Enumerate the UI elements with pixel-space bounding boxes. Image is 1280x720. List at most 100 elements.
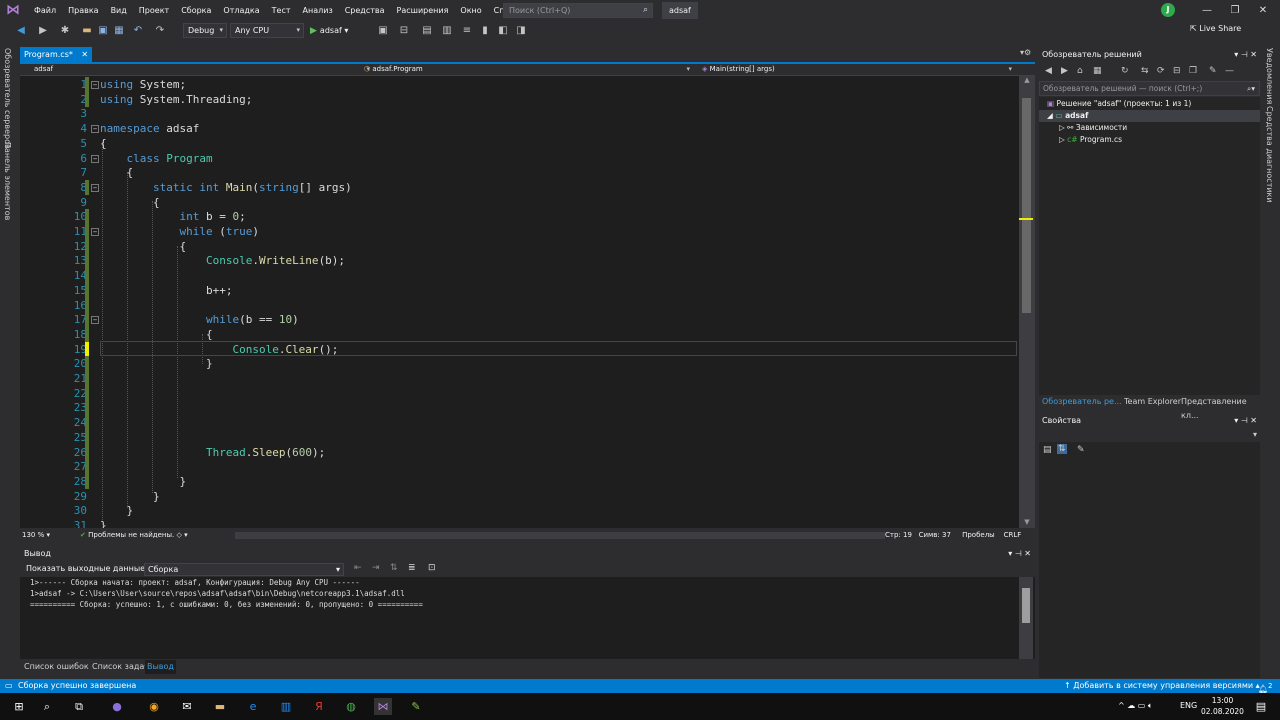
code-line[interactable]: 15 b++; (20, 282, 1019, 298)
fold-toggle-icon[interactable]: − (91, 183, 99, 192)
input-language[interactable]: ENG (1180, 701, 1197, 710)
store-icon[interactable]: ▥ (277, 698, 295, 715)
property-pages-icon[interactable]: ✎ (1077, 445, 1085, 455)
diagnostic-tools-tab[interactable]: Средства диагностики (1265, 106, 1274, 203)
chrome-icon[interactable]: ◍ (342, 698, 360, 715)
tree-item-program-cs[interactable]: ▷ c# Program.cs (1039, 134, 1260, 146)
code-line[interactable]: 28 } (20, 473, 1019, 489)
search-icon[interactable]: ⌕ (643, 4, 648, 17)
code-line[interactable]: 18 { (20, 326, 1019, 342)
menu-debug[interactable]: Отладка (217, 0, 265, 21)
nav-class-select[interactable]: ⬡ adsaf.Program ▾ (364, 64, 692, 75)
fold-toggle-icon[interactable]: − (91, 81, 99, 89)
app-browser-icon[interactable]: ◉ (145, 698, 163, 715)
toolbox-tab[interactable]: Панель элементов (3, 142, 12, 220)
output-scroll-thumb[interactable] (1022, 588, 1030, 623)
code-line[interactable]: 13 Console.WriteLine(b); (20, 253, 1019, 269)
code-line[interactable]: 22 (20, 385, 1019, 401)
windows-start-icon[interactable]: ⊞ (10, 698, 28, 715)
toolbar-tool-2-icon[interactable]: ⊟ (397, 24, 411, 38)
fold-toggle-icon[interactable]: − (91, 316, 99, 325)
action-center-icon[interactable]: ▤ (1252, 698, 1270, 715)
properties-controls-icon[interactable]: ▾ ⊣ ✕ (1234, 413, 1257, 429)
code-line[interactable]: 3 (20, 106, 1019, 121)
tree-item-dependencies[interactable]: ▷ ⚯ Зависимости (1039, 122, 1260, 134)
find-message-icon[interactable]: ⇅ (390, 563, 398, 573)
tab-solution-explorer[interactable]: Обозреватель ре... (1042, 395, 1122, 409)
code-line[interactable]: 25 (20, 429, 1019, 445)
collapse-arrow-icon[interactable]: ▷ (1059, 123, 1065, 132)
menu-build[interactable]: Сборка (175, 0, 217, 21)
undo-icon[interactable]: ↶ (131, 24, 145, 38)
visual-studio-taskbar-icon[interactable]: ⋈ (374, 698, 392, 715)
tab-team-explorer[interactable]: Team Explorer (1124, 395, 1181, 409)
fold-toggle-icon[interactable]: − (91, 125, 99, 134)
user-avatar[interactable]: J (1161, 3, 1175, 17)
collapse-arrow-icon[interactable]: ▷ (1059, 135, 1065, 144)
nav-member-select[interactable]: ◈ Main(string[] args) ▾ (702, 64, 1014, 75)
close-tab-icon[interactable]: ✕ (81, 50, 88, 59)
document-tab-program-cs[interactable]: Program.cs* ✕ (20, 47, 93, 62)
code-line[interactable]: 10 int b = 0; (20, 209, 1019, 225)
save-all-icon[interactable]: ▦ (112, 24, 126, 38)
code-line[interactable]: 9 { (20, 195, 1019, 210)
bookmark-icon[interactable]: ▮ (478, 24, 492, 38)
tab-settings-icon[interactable]: ▾⚙ (1020, 48, 1031, 57)
code-line[interactable]: 24 (20, 415, 1019, 431)
tree-item-project[interactable]: ◢ ▭ adsaf (1039, 110, 1260, 122)
editor-horizontal-scrollbar[interactable] (235, 532, 885, 539)
code-line[interactable]: 20 } (20, 356, 1019, 372)
issues-indicator[interactable]: ✔ Проблемы не найдены. ◇ ▾ (80, 528, 188, 543)
toolbar-tool-3-icon[interactable]: ▤ (420, 24, 434, 38)
server-explorer-tab[interactable]: Обозреватель серверов (3, 48, 12, 149)
tray-icons[interactable]: ^ ☁ ▭ 🔈︎ (1118, 701, 1153, 711)
code-line[interactable]: 1− using System; (20, 77, 1019, 92)
code-line[interactable]: 7 { (20, 165, 1019, 180)
platform-select[interactable]: Any CPU ▾ (230, 23, 304, 38)
code-line[interactable]: 26 Thread.Sleep(600); (20, 444, 1019, 460)
se-forward-icon[interactable]: ▶ (1061, 66, 1068, 76)
code-editor[interactable]: 1− using System; 2 using System.Threading; 3… (20, 76, 1019, 528)
menu-file[interactable]: Файл (28, 0, 62, 21)
properties-object-select[interactable]: ▾ (1039, 430, 1260, 442)
solution-search-input[interactable]: Обозреватель решений — поиск (Ctrl+;) ⌕▾ (1039, 81, 1260, 96)
goto-next-message-icon[interactable]: ⇥ (372, 563, 380, 573)
configuration-select[interactable]: Debug ▾ (183, 23, 227, 38)
goto-prev-message-icon[interactable]: ⇤ (354, 563, 362, 573)
code-line[interactable]: 30 } (20, 503, 1019, 518)
task-view-icon[interactable]: ⧉ (70, 698, 88, 715)
fold-toggle-icon[interactable]: − (91, 154, 99, 163)
se-collapse-icon[interactable]: ⊟ (1173, 66, 1181, 76)
scroll-up-arrow-icon[interactable]: ▲ (1019, 76, 1035, 86)
zoom-level-select[interactable]: 130 % ▾ (22, 528, 50, 543)
back-icon[interactable]: ◀ (14, 24, 28, 38)
code-line[interactable]: 29 } (20, 489, 1019, 504)
comment-icon[interactable]: ≡ (460, 24, 474, 38)
code-line[interactable]: 31} (20, 518, 1019, 528)
output-text-area[interactable]: 1>------ Сборка начата: проект: adsaf, К… (20, 577, 1035, 659)
se-show-all-icon[interactable]: ❐ (1189, 66, 1197, 76)
solution-explorer-controls-icon[interactable]: ▾ ⊣ ✕ (1234, 47, 1257, 63)
scroll-down-arrow-icon[interactable]: ▼ (1019, 518, 1035, 528)
code-line[interactable]: 16 (20, 297, 1019, 313)
expand-arrow-icon[interactable]: ◢ (1047, 111, 1053, 120)
start-debugging-button[interactable]: ▶ adsaf ▾ (310, 23, 348, 38)
code-line[interactable]: 27 (20, 459, 1019, 475)
menu-edit[interactable]: Правка (62, 0, 104, 21)
notepadpp-icon[interactable]: ✎ (407, 698, 425, 715)
menu-tools[interactable]: Средства (339, 0, 391, 21)
maximize-button[interactable]: ❐ (1222, 0, 1248, 21)
code-line[interactable]: 2 using System.Threading; (20, 91, 1019, 107)
se-pending-changes-icon[interactable]: ↻ (1121, 66, 1129, 76)
forward-icon[interactable]: ▶ (36, 24, 50, 38)
add-to-source-control-button[interactable]: ↑ Добавить в систему управления версиями… (1064, 679, 1260, 693)
menu-view[interactable]: Вид (105, 0, 133, 21)
menu-test[interactable]: Тест (266, 0, 297, 21)
tab-error-list[interactable]: Список ошибок (24, 660, 89, 674)
close-window-button[interactable]: ✕ (1250, 0, 1276, 21)
search-icon[interactable]: ⌕▾ (1247, 82, 1255, 95)
yandex-icon[interactable]: Я (310, 698, 328, 715)
editor-scroll-thumb[interactable] (1022, 98, 1031, 313)
output-pane-controls-icon[interactable]: ▾ ⊣ ✕ (1008, 547, 1031, 560)
new-item-icon[interactable]: ✱ (58, 24, 72, 38)
